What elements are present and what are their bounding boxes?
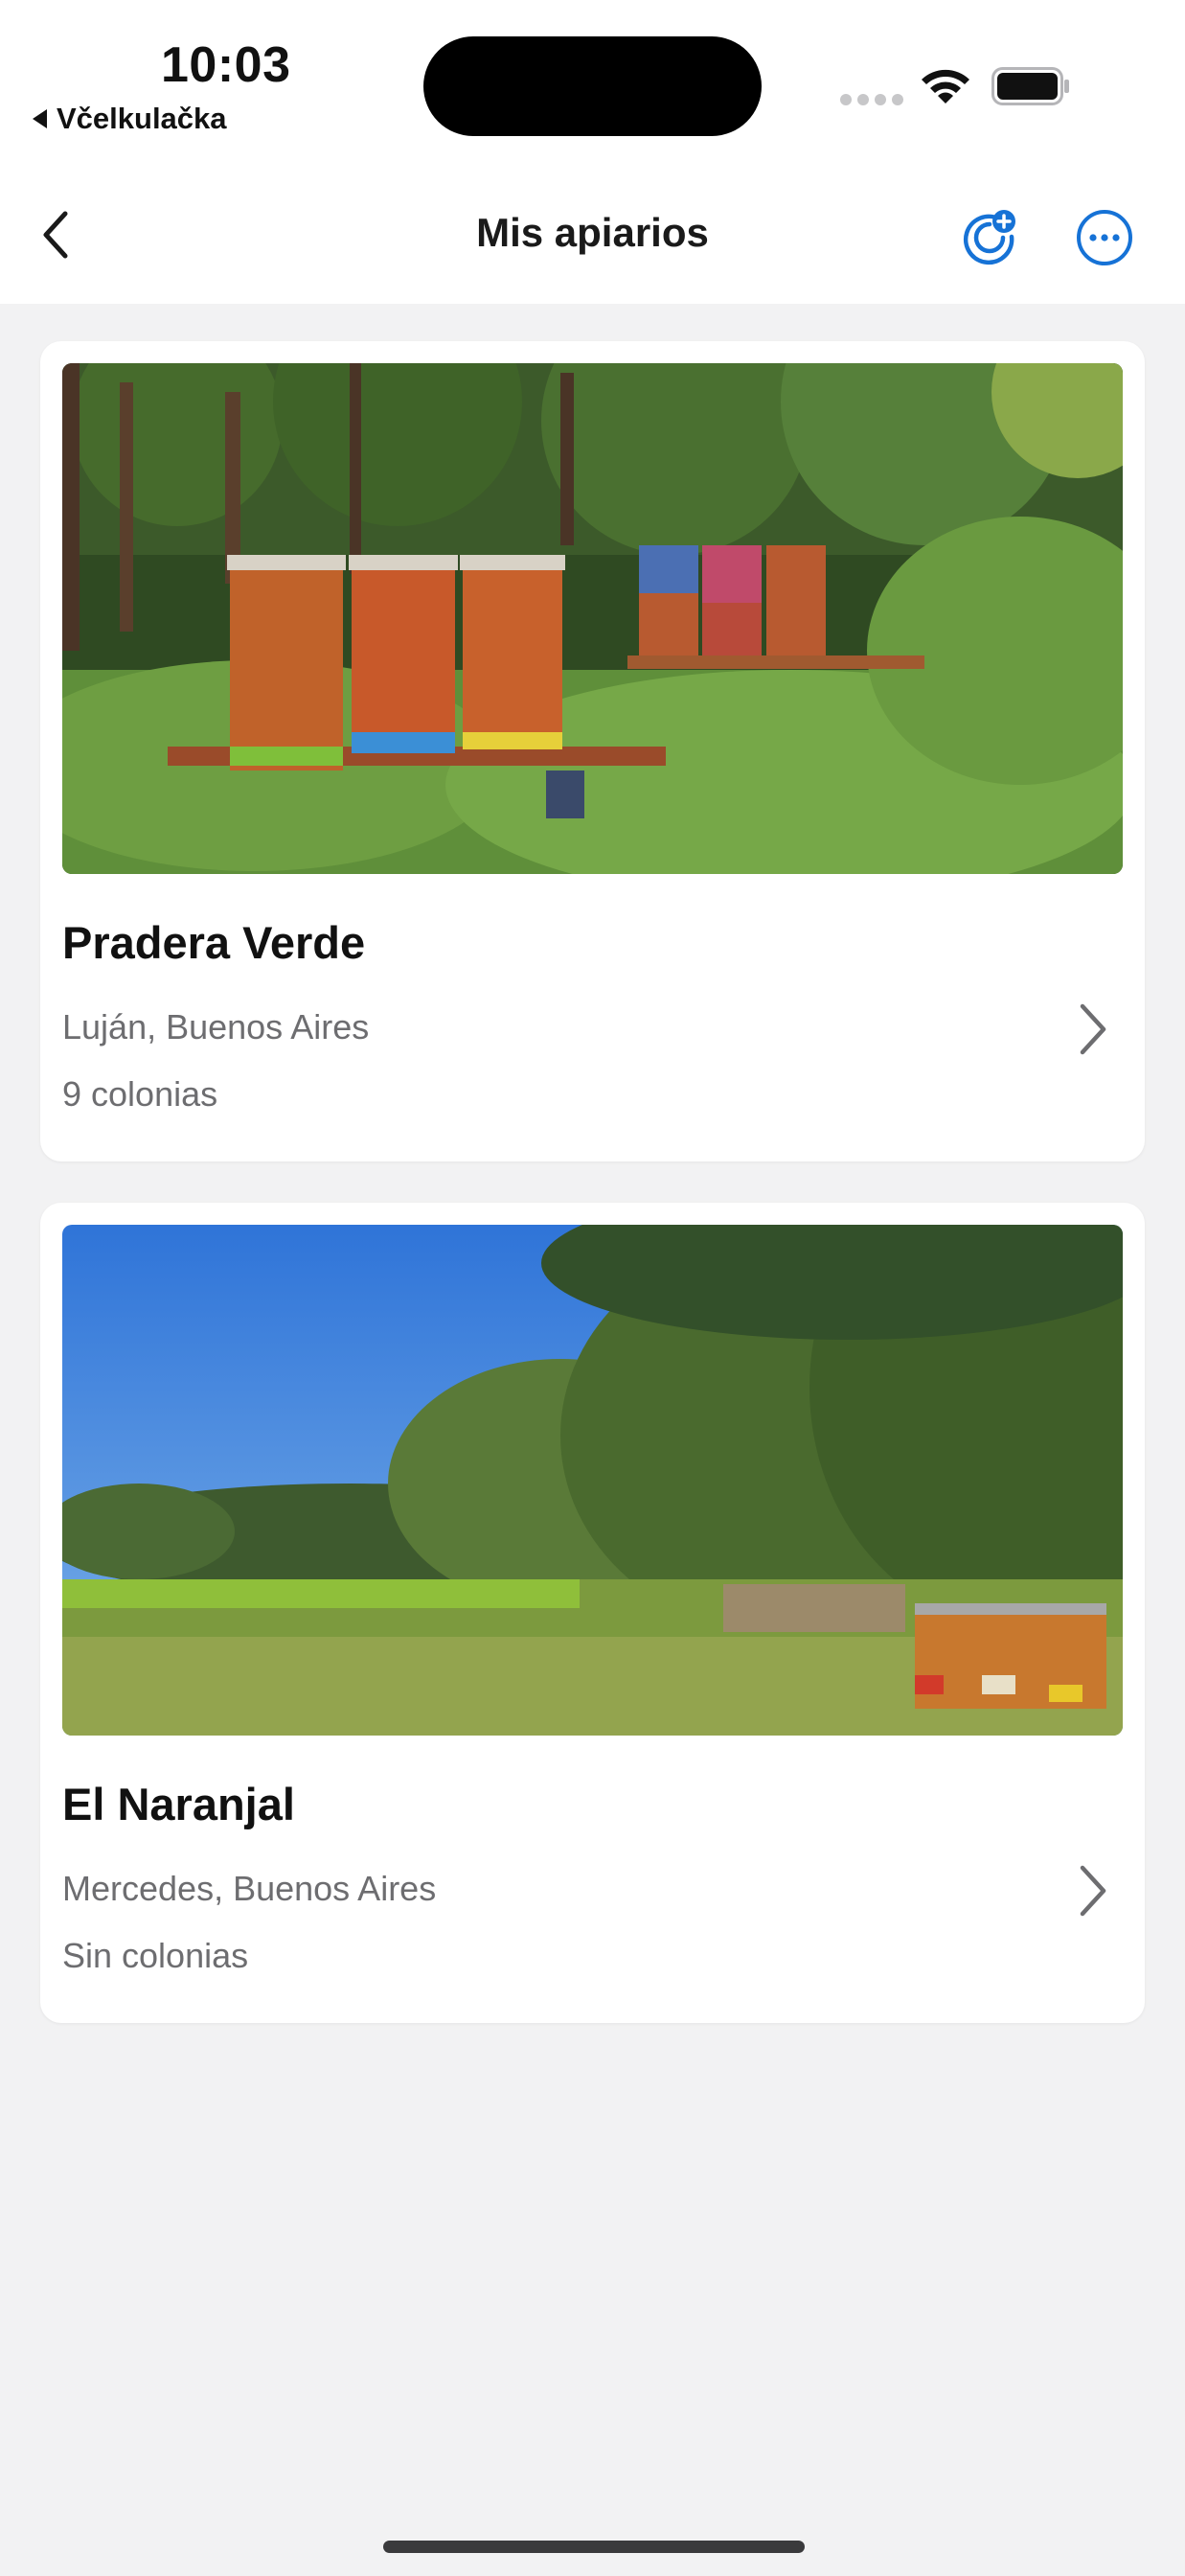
apiary-colonies: Sin colonias [62, 1936, 249, 1975]
battery-icon [991, 67, 1069, 105]
back-to-app-link[interactable]: Včelkulačka [33, 102, 227, 136]
apiary-name: El Naranjal [62, 1779, 295, 1829]
apiary-location: Luján, Buenos Aires [62, 1007, 370, 1046]
status-bar: 10:03 Včelkulačka [0, 0, 1185, 168]
navigation-bar: Mis apiarios [0, 168, 1185, 304]
status-time: 10:03 [161, 37, 291, 93]
chevron-right-icon [1080, 1865, 1106, 1917]
apiary-card[interactable]: El Naranjal Mercedes, Buenos Aires Sin c… [40, 1203, 1145, 2023]
apiary-photo [62, 1225, 1123, 1736]
apiary-photo [62, 363, 1123, 874]
wifi-icon [922, 69, 969, 104]
back-triangle-icon [33, 109, 47, 128]
dynamic-island [423, 36, 762, 136]
apiary-name: Pradera Verde [62, 917, 366, 968]
home-indicator[interactable] [383, 2541, 805, 2553]
apiary-card[interactable]: Pradera Verde Luján, Buenos Aires 9 colo… [40, 341, 1145, 1162]
add-location-icon[interactable] [960, 208, 1019, 267]
chevron-right-icon [1080, 1003, 1106, 1055]
apiary-colonies: 9 colonias [62, 1074, 218, 1114]
cellular-signal-icon [840, 94, 903, 105]
back-app-label: Včelkulačka [57, 102, 227, 135]
apiary-location: Mercedes, Buenos Aires [62, 1869, 437, 1908]
ellipsis-circle-icon[interactable] [1075, 208, 1134, 267]
